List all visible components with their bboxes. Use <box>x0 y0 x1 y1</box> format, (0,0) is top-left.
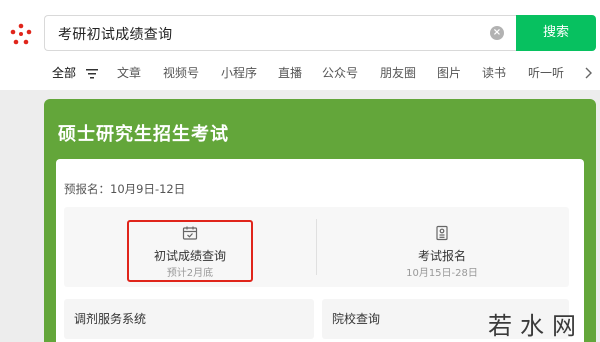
filter-icon[interactable] <box>86 69 98 79</box>
document-icon <box>436 225 448 241</box>
service-registration-label: 考试报名 <box>417 249 466 263</box>
tab-official-accounts[interactable]: 公众号 <box>322 64 358 81</box>
link-school-label: 院校查询 <box>332 312 381 326</box>
prereg-date: 预报名：10月9日-12日 <box>64 182 186 196</box>
watermark: 若水网 <box>488 312 584 340</box>
divider <box>316 219 317 275</box>
tab-mini-programs[interactable]: 小程序 <box>221 64 257 81</box>
chevron-right-icon[interactable] <box>585 67 593 79</box>
link-adjustment-system[interactable]: 调剂服务系统 <box>64 299 314 339</box>
link-adjustment-label: 调剂服务系统 <box>74 312 147 326</box>
search-query-text[interactable]: 考研初试成绩查询 <box>58 24 172 44</box>
tab-books[interactable]: 读书 <box>482 64 506 81</box>
tab-channels[interactable]: 视频号 <box>163 64 199 81</box>
tab-all[interactable]: 全部 <box>52 64 76 81</box>
card-title[interactable]: 硕士研究生招生考试 <box>58 120 229 146</box>
search-button[interactable]: 搜索 <box>516 15 596 51</box>
service-registration-sub: 10月15日-28日 <box>406 268 478 279</box>
tab-live[interactable]: 直播 <box>278 64 302 81</box>
service-grid: 初试成绩查询 预计2月底 考试报名 10月15日-28日 <box>64 207 569 287</box>
tab-listen[interactable]: 听一听 <box>528 64 564 81</box>
top-bar: 考研初试成绩查询 × 搜索 全部 文章 视频号 小程序 直播 公众号 朋友圈 图… <box>0 0 600 90</box>
search-input[interactable]: 考研初试成绩查询 × <box>44 15 516 51</box>
tab-images[interactable]: 图片 <box>437 64 461 81</box>
tab-moments[interactable]: 朋友圈 <box>380 64 416 81</box>
logo-icon[interactable] <box>9 22 33 46</box>
tab-articles[interactable]: 文章 <box>117 64 141 81</box>
clear-icon[interactable]: × <box>490 26 504 40</box>
tab-bar: 全部 文章 视频号 小程序 直播 公众号 朋友圈 图片 读书 听一听 <box>0 62 600 86</box>
highlight-box <box>127 220 253 282</box>
